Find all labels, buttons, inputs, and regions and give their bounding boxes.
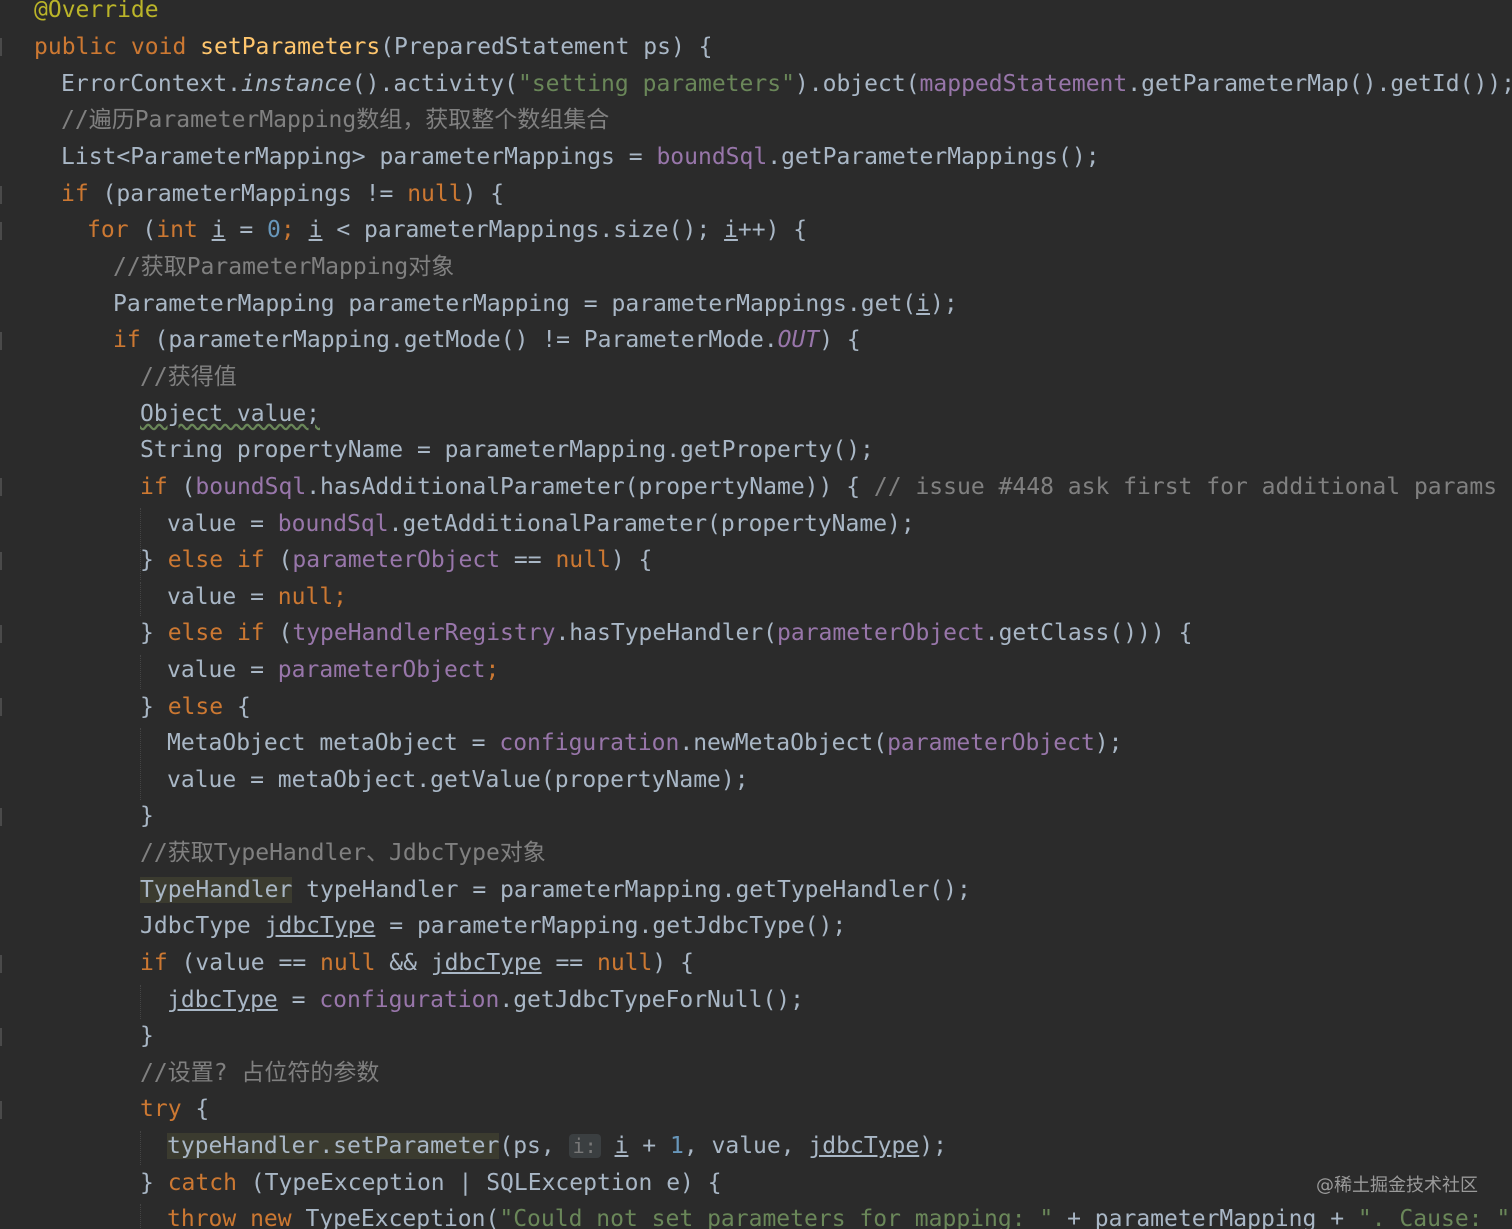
code-comment: //获取TypeHandler、JdbcType对象	[140, 840, 546, 866]
code-line: value = parameterObject;	[167, 657, 500, 683]
fold-marker[interactable]	[0, 186, 8, 204]
fold-marker[interactable]	[0, 552, 8, 570]
fold-marker[interactable]	[0, 478, 8, 496]
code-line: try {	[140, 1096, 210, 1122]
fold-marker[interactable]	[0, 222, 8, 240]
code-line: List<ParameterMapping> parameterMappings…	[61, 144, 1100, 170]
code-line: Object value;	[140, 401, 321, 427]
code-line: JdbcType jdbcType = parameterMapping.get…	[140, 913, 847, 939]
code-comment: //设置? 占位符的参数	[140, 1060, 380, 1086]
indent-guide	[140, 1204, 141, 1229]
code-line: @Override	[34, 0, 159, 23]
code-line: ErrorContext.instance().activity("settin…	[61, 71, 1512, 97]
code-line: if (boundSql.hasAdditionalParameter(prop…	[140, 474, 1498, 500]
fold-marker[interactable]	[0, 808, 8, 826]
code-editor[interactable]: @Override public void setParameters(Prep…	[0, 0, 1512, 1229]
code-line: jdbcType = configuration.getJdbcTypeForN…	[167, 987, 804, 1013]
fold-marker[interactable]	[0, 1028, 8, 1046]
indent-guide	[140, 582, 141, 616]
code-comment: //获取ParameterMapping对象	[113, 254, 455, 280]
indent-guide	[140, 1131, 141, 1165]
code-line: if (parameterMapping.getMode() != Parame…	[113, 327, 861, 353]
code-comment: //获得值	[140, 364, 237, 390]
fold-marker[interactable]	[0, 955, 8, 973]
code-line: MetaObject metaObject = configuration.ne…	[167, 730, 1123, 756]
code-line: for (int i = 0; i < parameterMappings.si…	[87, 217, 808, 243]
fold-marker[interactable]	[0, 332, 8, 350]
code-line: TypeHandler typeHandler = parameterMappi…	[140, 877, 971, 903]
fold-marker[interactable]	[0, 625, 8, 643]
watermark: @稀土掘金技术社区	[1316, 1175, 1478, 1196]
code-line: } catch (TypeException | SQLException e)…	[140, 1170, 722, 1196]
fold-marker[interactable]	[0, 38, 8, 56]
indent-guide	[140, 985, 141, 1019]
code-line: }	[140, 803, 154, 829]
indent-guide	[140, 655, 141, 689]
code-line: String propertyName = parameterMapping.g…	[140, 437, 874, 463]
fold-marker[interactable]	[0, 698, 8, 716]
indent-guide	[140, 728, 141, 800]
code-line: value = null;	[167, 584, 348, 610]
code-line: value = boundSql.getAdditionalParameter(…	[167, 511, 915, 537]
code-line: }	[140, 1023, 154, 1049]
fold-marker[interactable]	[0, 1101, 8, 1119]
code-line: } else if (parameterObject == null) {	[140, 547, 653, 573]
code-line: } else {	[140, 694, 251, 720]
code-line: if (parameterMappings != null) {	[61, 181, 505, 207]
code-line: typeHandler.setParameter(ps, i: i + 1, v…	[167, 1133, 947, 1159]
code-line: if (value == null && jdbcType == null) {	[140, 950, 694, 976]
code-comment: //遍历ParameterMapping数组，获取整个数组集合	[61, 107, 610, 133]
code-line: value = metaObject.getValue(propertyName…	[167, 767, 749, 793]
code-line: ParameterMapping parameterMapping = para…	[113, 291, 958, 317]
code-line: } else if (typeHandlerRegistry.hasTypeHa…	[140, 620, 1193, 646]
parameter-hint: i:	[568, 1134, 601, 1158]
code-line: throw new TypeException("Could not set p…	[167, 1206, 1511, 1229]
code-line: public void setParameters(PreparedStatem…	[34, 34, 713, 60]
